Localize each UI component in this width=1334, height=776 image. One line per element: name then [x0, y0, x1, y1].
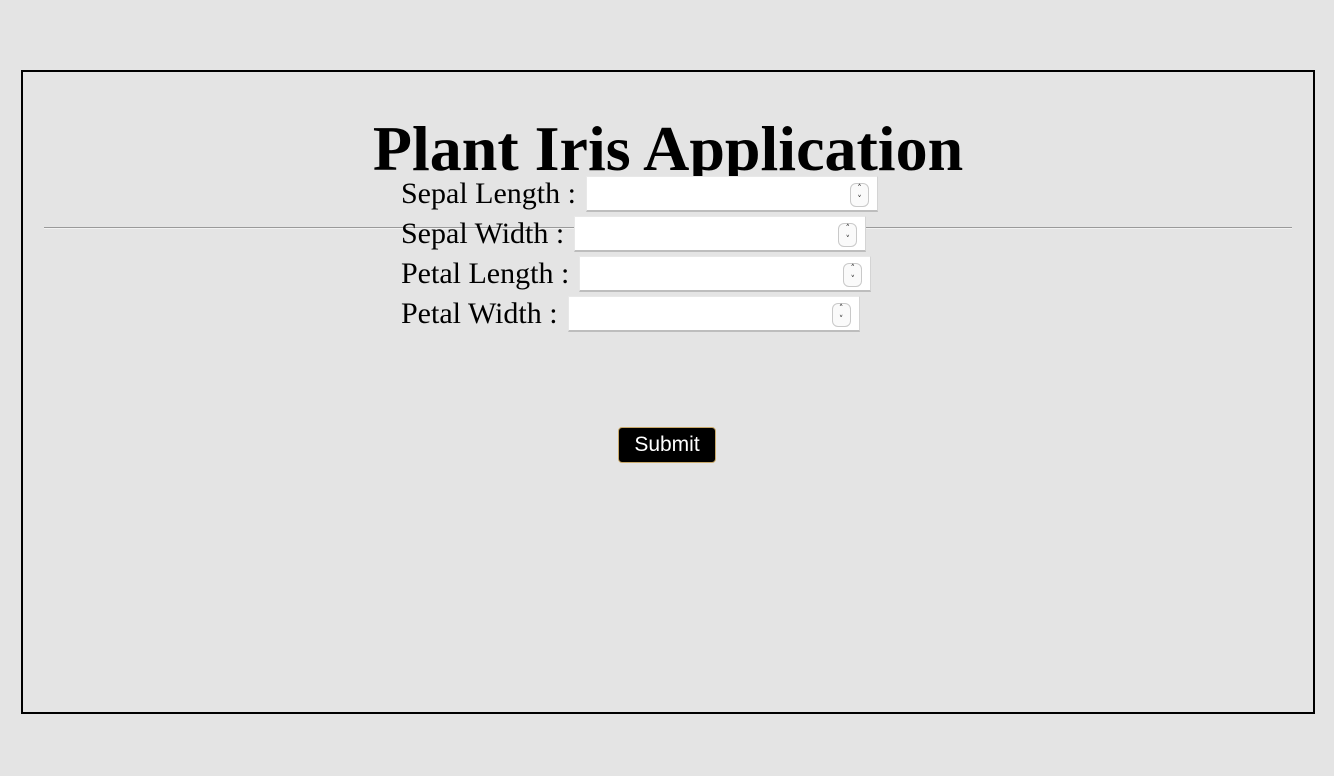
sepal-length-label: Sepal Length :	[401, 177, 576, 210]
sepal-length-input[interactable]: ˄ ˅	[585, 176, 878, 212]
sepal-width-input[interactable]: ˄ ˅	[574, 216, 867, 252]
chevron-down-icon[interactable]: ˅	[851, 195, 868, 206]
number-spinner[interactable]: ˄ ˅	[849, 183, 869, 207]
sepal-length-row: Sepal Length : ˄ ˅	[401, 174, 878, 214]
sepal-width-label: Sepal Width :	[401, 217, 565, 250]
petal-length-label: Petal Length :	[401, 257, 570, 290]
chevron-up-icon[interactable]: ˄	[833, 304, 850, 315]
chevron-up-icon[interactable]: ˄	[839, 224, 856, 235]
chevron-up-icon[interactable]: ˄	[844, 264, 861, 275]
app-frame: Plant Iris Application	[21, 70, 1315, 714]
chevron-down-icon[interactable]: ˅	[833, 315, 850, 326]
iris-form: Sepal Length : ˄ ˅ Sepal Width : ˄ ˅ Petal…	[401, 174, 878, 334]
chevron-down-icon[interactable]: ˅	[844, 275, 861, 286]
number-spinner[interactable]: ˄ ˅	[838, 223, 858, 247]
petal-length-row: Petal Length : ˄ ˅	[401, 254, 878, 294]
petal-width-label: Petal Width :	[401, 297, 558, 330]
number-spinner[interactable]: ˄ ˅	[843, 263, 863, 287]
number-spinner[interactable]: ˄ ˅	[831, 303, 851, 327]
petal-width-row: Petal Width : ˄ ˅	[401, 294, 878, 334]
petal-length-input[interactable]: ˄ ˅	[579, 256, 872, 292]
submit-button[interactable]: Submit	[618, 427, 716, 463]
petal-width-input[interactable]: ˄ ˅	[567, 296, 860, 332]
sepal-width-row: Sepal Width : ˄ ˅	[401, 214, 878, 254]
chevron-up-icon[interactable]: ˄	[851, 184, 868, 195]
chevron-down-icon[interactable]: ˅	[839, 235, 856, 246]
